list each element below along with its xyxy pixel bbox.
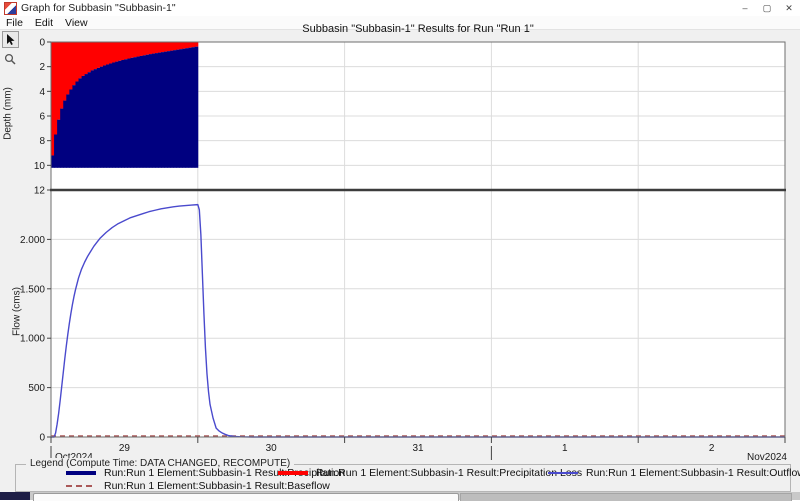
precipitation-loss-swatch bbox=[278, 471, 308, 475]
legend-box: Legend (Compute Time: DATA CHANGED, RECO… bbox=[15, 458, 800, 492]
background-navy-block bbox=[0, 492, 30, 500]
baseflow-swatch bbox=[66, 485, 96, 487]
graph-window: Graph for Subbasin "Subbasin-1" – ▢ ✕ Fi… bbox=[0, 0, 800, 501]
depth-tick-label: 6 bbox=[39, 112, 45, 123]
flow-tick-label: 2.000 bbox=[20, 235, 45, 246]
legend-label-precipitation-loss: Run:Run 1 Element:Subbasin-1 Result:Prec… bbox=[316, 467, 583, 479]
flow-plot-area[interactable] bbox=[51, 190, 785, 437]
day-tick-label: 29 bbox=[119, 443, 131, 454]
flow-tick-label: 500 bbox=[28, 383, 45, 394]
outflow-swatch bbox=[548, 472, 578, 474]
day-tick-label: 31 bbox=[412, 443, 424, 454]
depth-tick-label: 4 bbox=[39, 87, 45, 98]
depth-tick-label: 2 bbox=[39, 62, 45, 73]
legend-label-outflow: Run:Run 1 Element:Subbasin-1 Result:Outf… bbox=[586, 467, 800, 479]
day-tick-label: 30 bbox=[266, 443, 278, 454]
depth-tick-label: 8 bbox=[39, 136, 45, 147]
background-window-strip bbox=[0, 492, 800, 501]
legend-label-baseflow: Run:Run 1 Element:Subbasin-1 Result:Base… bbox=[104, 480, 330, 492]
flow-tick-label: 0 bbox=[39, 433, 45, 444]
depth-tick-label: 0 bbox=[39, 38, 45, 49]
results-chart[interactable]: 02468101205001.0001.5002.00029303112Oct2… bbox=[0, 0, 800, 464]
precipitation-bars bbox=[51, 42, 199, 168]
day-tick-label: 2 bbox=[709, 443, 715, 454]
flow-tick-label: 1.000 bbox=[20, 334, 45, 345]
legend-label-precipitation: Run:Run 1 Element:Subbasin-1 Result:Prec… bbox=[104, 467, 346, 479]
depth-tick-label: 10 bbox=[34, 161, 46, 172]
flow-tick-label: 1.500 bbox=[20, 284, 45, 295]
precipitation-swatch bbox=[66, 471, 96, 475]
day-tick-label: 1 bbox=[562, 443, 568, 454]
month-label-right: Nov2024 bbox=[747, 452, 787, 463]
depth-tick-label: 12 bbox=[34, 186, 46, 197]
